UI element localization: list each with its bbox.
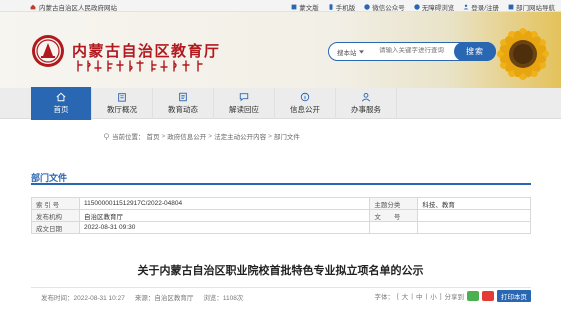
top-link-accessibility[interactable]: 无障碍浏览 xyxy=(413,2,454,12)
meta-key: 成文日期 xyxy=(31,221,80,234)
wechat-share-icon[interactable] xyxy=(467,291,479,301)
font-size-bracket: | xyxy=(411,292,413,300)
top-link-mobile[interactable]: 手机版 xyxy=(328,2,355,12)
search-button[interactable]: 搜索 xyxy=(454,42,496,61)
meta-value xyxy=(417,221,531,234)
top-link-login[interactable]: 登录/注册 xyxy=(463,2,499,12)
gov-link[interactable]: 内蒙古自治区人民政府网站 xyxy=(30,2,117,12)
user-icon xyxy=(463,4,469,10)
meta-key: 发布机构 xyxy=(31,209,80,222)
view-count: 浏览：1108次 xyxy=(203,295,244,302)
search-scope-select[interactable]: 搜本站 xyxy=(337,47,364,57)
site-header: 内蒙古自治区教育厅 搜本站 搜索 xyxy=(0,12,561,88)
top-link-sitemap[interactable]: 部门网站导航 xyxy=(508,2,555,12)
breadcrumb-item[interactable]: 法定主动公开内容 xyxy=(214,131,266,141)
nav-label: 教育动态 xyxy=(168,105,198,114)
section-title: 部门文件 xyxy=(31,173,68,183)
section-header: 部门文件 xyxy=(31,171,531,185)
font-size-bracket: | xyxy=(425,292,428,300)
nav-item-services[interactable]: 办事服务 xyxy=(336,88,397,119)
breadcrumb-item[interactable]: 政府信息公开 xyxy=(167,131,206,141)
font-size-bracket: [ xyxy=(396,292,399,300)
accessibility-icon xyxy=(413,4,420,10)
nav-label: 办事服务 xyxy=(351,105,381,114)
meta-key: 主题分类 xyxy=(369,197,419,210)
meta-value: 2022-08-31 09:30 xyxy=(78,221,371,234)
publish-time: 发布时间：2022-08-31 10:27 xyxy=(41,295,125,302)
table-row: 发布机构 自治区教育厅 文 号 xyxy=(31,209,531,222)
chevron-down-icon xyxy=(358,50,364,54)
nav-item-overview[interactable]: 教厅概况 xyxy=(92,88,153,119)
site-title: 内蒙古自治区教育厅 xyxy=(72,42,221,60)
wechat-icon xyxy=(364,4,370,10)
home-icon xyxy=(30,4,36,10)
meta-value xyxy=(417,209,531,222)
breadcrumb-item[interactable]: 部门文件 xyxy=(274,131,300,141)
font-size-large[interactable]: 大 xyxy=(402,291,409,301)
top-bar: 内蒙古自治区人民政府网站 蒙文版 手机版 微信公众号 无障碍浏览 登录/注册 部… xyxy=(0,0,561,12)
nav-label: 解读回应 xyxy=(229,105,259,114)
nav-label: 教厅概况 xyxy=(107,105,137,114)
gov-link-label: 内蒙古自治区人民政府网站 xyxy=(39,5,117,12)
sitemap-icon xyxy=(508,4,514,10)
print-button[interactable]: 打印本页 xyxy=(497,290,531,302)
top-links: 蒙文版 手机版 微信公众号 无障碍浏览 登录/注册 部门网站导航 xyxy=(291,2,555,12)
search-input[interactable] xyxy=(379,47,449,54)
nav-label: 首页 xyxy=(53,105,69,114)
mobile-icon xyxy=(329,4,333,10)
home-icon xyxy=(56,92,66,102)
document-icon xyxy=(179,92,187,102)
chat-icon xyxy=(239,93,249,102)
font-size-bracket: ] xyxy=(439,292,442,300)
document-meta-table: 索 引 号 115000001151291​7C/2022-04804 主题分类… xyxy=(31,197,531,234)
top-link-mongolian[interactable]: 蒙文版 xyxy=(291,2,319,12)
nav-item-disclosure[interactable]: 信息公开 xyxy=(275,88,336,119)
meta-value: 科技、教育 xyxy=(417,197,531,210)
meta-key xyxy=(369,221,419,234)
breadcrumb-separator: > xyxy=(208,132,213,140)
search-scope-label: 搜本站 xyxy=(337,50,357,57)
mongolian-script-title xyxy=(77,60,203,72)
service-icon xyxy=(361,92,371,102)
breadcrumb: 当前位置： 首页 > 政府信息公开 > 法定主动公开内容 > 部门文件 xyxy=(103,131,300,141)
breadcrumb-separator: > xyxy=(161,132,166,140)
meta-value: 115000001151291​7C/2022-04804 xyxy=(78,197,371,210)
table-row: 成文日期 2022-08-31 09:30 xyxy=(31,221,531,234)
font-size-medium[interactable]: 中 xyxy=(416,291,423,301)
article-source: 来源：自治区教育厅 xyxy=(134,295,194,302)
meta-value: 自治区教育厅 xyxy=(78,209,371,222)
breadcrumb-prefix: 当前位置： xyxy=(112,134,145,141)
breadcrumb-item[interactable]: 首页 xyxy=(147,131,160,141)
font-size-label: 字体： xyxy=(374,294,394,301)
article-info-bar: 发布时间：2022-08-31 10:27 来源：自治区教育厅 浏览：1108次… xyxy=(31,287,531,302)
info-icon xyxy=(300,92,310,102)
education-emblem xyxy=(32,35,64,67)
location-icon xyxy=(104,132,109,140)
breadcrumb-separator: > xyxy=(268,132,272,140)
nav-item-news[interactable]: 教育动态 xyxy=(153,88,214,119)
nav-label: 信息公开 xyxy=(290,105,320,114)
top-link-wechat[interactable]: 微信公众号 xyxy=(364,2,405,12)
nav-item-interpretation[interactable]: 解读回应 xyxy=(214,88,275,119)
article-title: 关于内蒙古自治区职业院校首批特色专业拟立项名单的公示 xyxy=(137,265,424,277)
font-size-small[interactable]: 小 xyxy=(430,291,437,301)
search-box: 搜本站 搜索 xyxy=(328,42,496,61)
table-row: 索 引 号 115000001151291​7C/2022-04804 主题分类… xyxy=(31,197,531,210)
share-label: 分享到 xyxy=(444,294,465,301)
main-nav: 首页 教厅概况 教育动态 解读回应 信息公开 办事服务 xyxy=(0,87,561,120)
meta-key: 文 号 xyxy=(369,209,419,222)
meta-key: 索 引 号 xyxy=(31,197,80,210)
building-icon xyxy=(118,93,126,102)
mongolian-icon xyxy=(291,4,297,10)
nav-item-home[interactable]: 首页 xyxy=(31,87,92,120)
weibo-share-icon[interactable] xyxy=(482,291,494,301)
